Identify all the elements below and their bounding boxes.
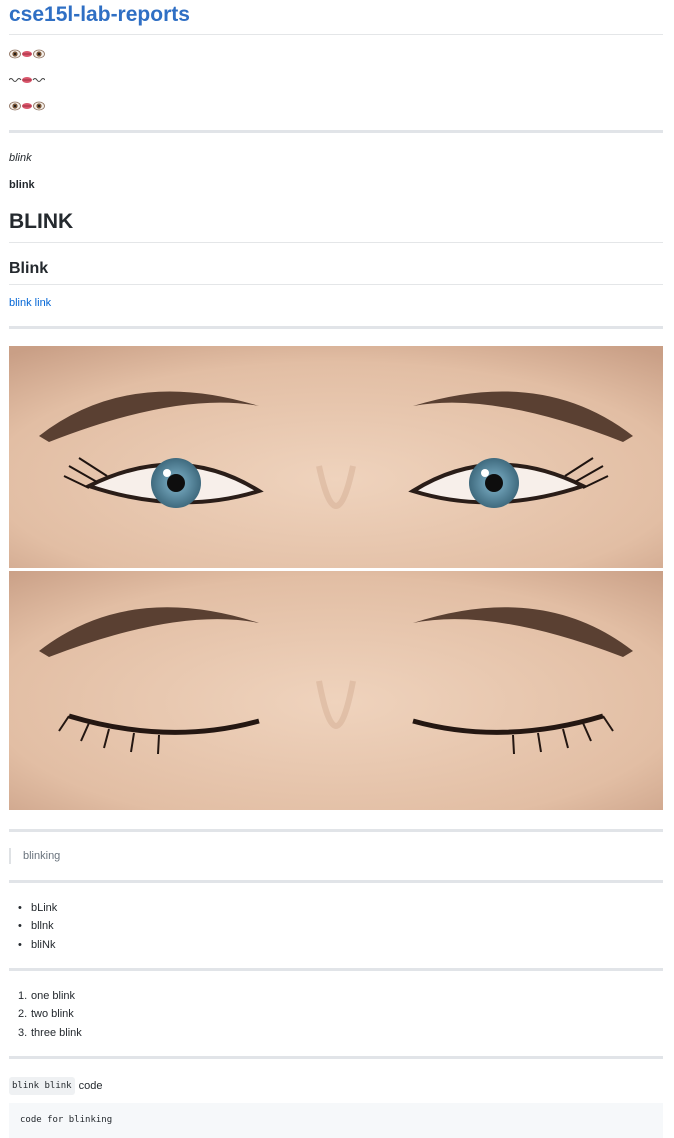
list-item-text: bllnk [31, 920, 54, 932]
list-number: 3. [18, 1027, 28, 1039]
inline-code-suffix: code [78, 1080, 103, 1092]
eye-mouth-eye-icon [9, 49, 45, 59]
emoji-line-1 [9, 48, 45, 60]
list-item-text: bLink [31, 902, 58, 914]
open-eyes-photo [9, 346, 663, 568]
emoji-line-3 [9, 100, 45, 112]
horizontal-rule [9, 130, 663, 133]
bullet-icon: • [18, 902, 22, 914]
closed-eyes-image [9, 571, 663, 810]
code-block: code for blinking [9, 1103, 663, 1138]
list-number: 2. [18, 1008, 28, 1020]
page-title[interactable]: cse15l-lab-reports [9, 1, 190, 29]
inline-code-line: blink blink code [9, 1077, 102, 1095]
horizontal-rule [9, 1056, 663, 1059]
list-number: 1. [18, 990, 28, 1002]
list-item-text: two blink [31, 1008, 74, 1020]
wave-mouth-wave-icon [9, 77, 45, 83]
heading-1-underline [9, 242, 663, 243]
heading-1: BLINK [9, 210, 74, 233]
horizontal-rule [9, 880, 663, 883]
inline-code: blink blink [9, 1077, 75, 1095]
title-underline [9, 34, 663, 35]
readme-page: cse15l-lab-reports blink blink BLINK Bli… [0, 0, 674, 1138]
list-item-text: one blink [31, 990, 76, 1002]
heading-2: Blink [9, 260, 49, 277]
horizontal-rule [9, 968, 663, 971]
heading-2-underline [9, 284, 663, 285]
horizontal-rule [9, 326, 663, 329]
bullet-icon: • [18, 939, 22, 951]
blockquote: blinking [9, 848, 60, 864]
bullet-icon: • [18, 920, 22, 932]
horizontal-rule [9, 829, 663, 832]
eye-mouth-eye-icon [9, 101, 45, 111]
list-item-text: bliNk [31, 939, 56, 951]
list-item-text: three blink [31, 1027, 82, 1039]
open-eyes-image [9, 346, 663, 568]
closed-eyes-photo [9, 571, 663, 810]
bold-text: blink [9, 179, 35, 191]
blink-link[interactable]: blink link [9, 296, 51, 310]
italic-text: blink [9, 152, 32, 164]
emoji-line-2 [9, 74, 45, 86]
